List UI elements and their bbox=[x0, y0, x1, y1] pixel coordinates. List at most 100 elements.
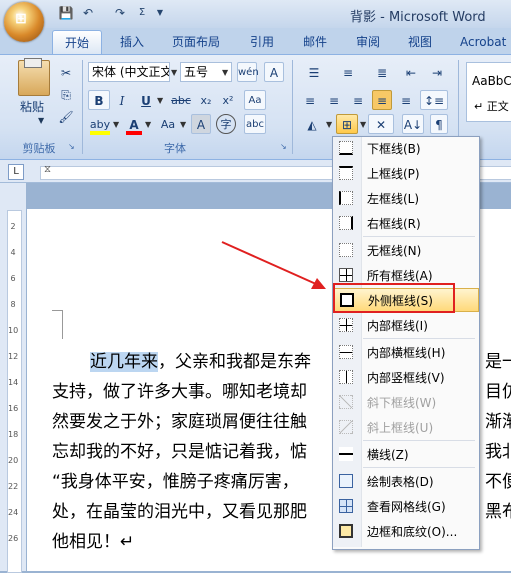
vertical-ruler-track bbox=[7, 210, 22, 573]
ruler-number: 26 bbox=[8, 534, 19, 543]
sort-icon[interactable]: A↓ bbox=[402, 114, 424, 134]
increase-indent-icon[interactable]: ⇥ bbox=[426, 62, 448, 82]
italic-button[interactable]: I bbox=[112, 90, 132, 110]
cut-icon[interactable]: ✂ bbox=[56, 62, 76, 82]
qat-dropdown-icon[interactable]: ▼ bbox=[152, 5, 168, 21]
numbering-icon[interactable]: ≡ bbox=[334, 62, 362, 82]
tab-view[interactable]: 视图 bbox=[406, 30, 434, 54]
paste-button[interactable]: 粘贴 bbox=[20, 98, 44, 115]
menu-item-label: 斜上框线(U) bbox=[367, 421, 434, 435]
save-icon[interactable]: 💾 bbox=[58, 5, 74, 21]
doc-line-1[interactable]: 近几年来，父亲和我都是东奔 bbox=[90, 347, 311, 372]
inside-borders-icon bbox=[339, 318, 353, 332]
doc-line-4: 忘却我的不好，只是惦记着我，惦 bbox=[52, 442, 307, 462]
ruler-number: 18 bbox=[8, 430, 19, 439]
borders-button[interactable]: ⊞ bbox=[336, 114, 358, 134]
decrease-indent-icon[interactable]: ⇤ bbox=[400, 62, 422, 82]
highlight-dropdown-icon[interactable]: ▼ bbox=[113, 120, 119, 129]
align-right-icon[interactable]: ≡ bbox=[348, 90, 368, 110]
bold-button[interactable]: B bbox=[88, 90, 110, 110]
clipboard-launcher-icon[interactable]: ↘ bbox=[68, 142, 75, 151]
font-launcher-icon[interactable]: ↘ bbox=[280, 142, 287, 151]
menu-item-left-border[interactable]: 左框线(L) bbox=[333, 187, 479, 211]
doc-line-3-tail: 渐渐 bbox=[485, 412, 511, 432]
menu-item-draw-table[interactable]: 绘制表格(D) bbox=[333, 470, 479, 494]
tab-page-layout[interactable]: 页面布局 bbox=[170, 30, 222, 54]
shading-dropdown-icon[interactable]: ▼ bbox=[326, 120, 332, 129]
menu-item-label: 内部横框线(H) bbox=[367, 346, 446, 360]
menu-item-borders-shading[interactable]: 边框和底纹(O)... bbox=[333, 520, 479, 544]
style-preview-sub: ↵ 正文 bbox=[474, 100, 509, 113]
tab-insert[interactable]: 插入 bbox=[118, 30, 146, 54]
paste-dropdown-icon[interactable]: ▼ bbox=[38, 116, 44, 125]
menu-item-diagonal-up: 斜上框线(U) bbox=[333, 416, 479, 440]
enclose-characters-button[interactable]: 字 bbox=[216, 114, 236, 134]
menu-separator bbox=[363, 236, 475, 237]
copy-icon[interactable]: ⎘ bbox=[56, 84, 76, 104]
annotation-highlight-box bbox=[333, 283, 455, 313]
change-case-button[interactable]: Aa bbox=[156, 114, 180, 134]
shading-icon[interactable]: ◭ bbox=[300, 114, 324, 134]
font-color-dropdown-icon[interactable]: ▼ bbox=[145, 120, 151, 129]
tab-mailings[interactable]: 邮件 bbox=[301, 30, 329, 54]
left-border-icon bbox=[339, 191, 353, 205]
tab-review[interactable]: 审阅 bbox=[354, 30, 382, 54]
undo-icon[interactable]: ↶ bbox=[80, 5, 96, 21]
strikethrough-button[interactable]: abc bbox=[168, 90, 194, 110]
bullets-icon[interactable]: ☰ bbox=[300, 62, 328, 82]
menu-item-inside-vertical[interactable]: 内部竖框线(V) bbox=[333, 366, 479, 390]
menu-item-right-border[interactable]: 右框线(R) bbox=[333, 212, 479, 236]
menu-item-top-border[interactable]: 上框线(P) bbox=[333, 162, 479, 186]
menu-item-bottom-border[interactable]: 下框线(B) bbox=[333, 137, 479, 161]
redo-icon[interactable]: ↷ bbox=[112, 5, 128, 21]
menu-item-label: 右框线(R) bbox=[367, 217, 421, 231]
doc-line-5-tail: 不便 bbox=[485, 472, 511, 492]
line-spacing-icon[interactable]: ↕≡ bbox=[420, 90, 448, 110]
chinese-layout-icon[interactable]: ✕ bbox=[368, 114, 394, 134]
show-hide-icon[interactable]: ¶ bbox=[430, 114, 448, 134]
align-center-icon[interactable]: ≡ bbox=[324, 90, 344, 110]
distributed-icon[interactable]: ≡ bbox=[396, 90, 416, 110]
menu-item-view-gridlines[interactable]: 查看网格线(G) bbox=[333, 495, 479, 519]
menu-item-inside-horizontal[interactable]: 内部横框线(H) bbox=[333, 341, 479, 365]
office-logo-icon: ⊞ bbox=[15, 11, 27, 27]
customize-qat-icon[interactable]: Σ bbox=[134, 5, 150, 21]
clear-format-icon[interactable]: Aa bbox=[244, 90, 266, 110]
justify-icon[interactable]: ≡ bbox=[372, 90, 392, 110]
change-case-dropdown-icon[interactable]: ▼ bbox=[180, 120, 186, 129]
subscript-button[interactable]: x₂ bbox=[196, 90, 216, 110]
doc-line-6-tail: 黑布 bbox=[485, 502, 511, 522]
superscript-button[interactable]: x² bbox=[218, 90, 238, 110]
align-left-icon[interactable]: ≡ bbox=[300, 90, 320, 110]
menu-item-horizontal-line[interactable]: 横线(Z) bbox=[333, 443, 479, 467]
tab-home[interactable]: 开始 bbox=[52, 30, 102, 55]
character-border-icon[interactable]: A bbox=[264, 62, 284, 82]
indent-marker-icon[interactable]: ⧖ bbox=[44, 164, 51, 175]
selected-text[interactable]: 近几年来 bbox=[90, 352, 158, 372]
tab-references[interactable]: 引用 bbox=[248, 30, 276, 54]
format-painter-icon[interactable]: 🖌 bbox=[56, 106, 76, 126]
menu-item-label: 边框和底纹(O)... bbox=[367, 525, 458, 539]
borders-dropdown-icon[interactable]: ▼ bbox=[360, 120, 366, 129]
doc-line-4-tail: 我北 bbox=[485, 442, 511, 462]
doc-line-3: 然要发之于外；家庭琐屑便往往触 bbox=[52, 412, 307, 432]
highlight-color-bar bbox=[90, 131, 110, 135]
menu-item-label: 内部框线(I) bbox=[367, 319, 428, 333]
doc-text: ，父亲和我都是东奔 bbox=[158, 352, 311, 372]
no-border-icon bbox=[339, 243, 353, 257]
font-group-label: 字体 bbox=[164, 142, 186, 155]
phonetic-guide-icon[interactable]: wén bbox=[237, 62, 259, 82]
text-effects-icon[interactable]: abc bbox=[244, 114, 266, 134]
underline-dropdown-icon[interactable]: ▼ bbox=[157, 96, 163, 105]
font-name-combo[interactable]: 宋体 (中文正文 bbox=[88, 62, 170, 82]
font-size-dropdown-icon[interactable]: ▼ bbox=[222, 68, 228, 77]
underline-button[interactable]: U bbox=[136, 90, 156, 110]
menu-item-label: 无框线(N) bbox=[367, 244, 422, 258]
multilevel-list-icon[interactable]: ≣ bbox=[368, 62, 396, 82]
character-shading-button[interactable]: A bbox=[191, 114, 211, 134]
tab-selector[interactable]: L bbox=[8, 164, 24, 180]
tab-acrobat[interactable]: Acrobat bbox=[458, 30, 508, 54]
menu-item-inside-borders[interactable]: 内部框线(I) bbox=[333, 314, 479, 338]
menu-item-no-border[interactable]: 无框线(N) bbox=[333, 239, 479, 263]
font-name-dropdown-icon[interactable]: ▼ bbox=[171, 68, 177, 77]
